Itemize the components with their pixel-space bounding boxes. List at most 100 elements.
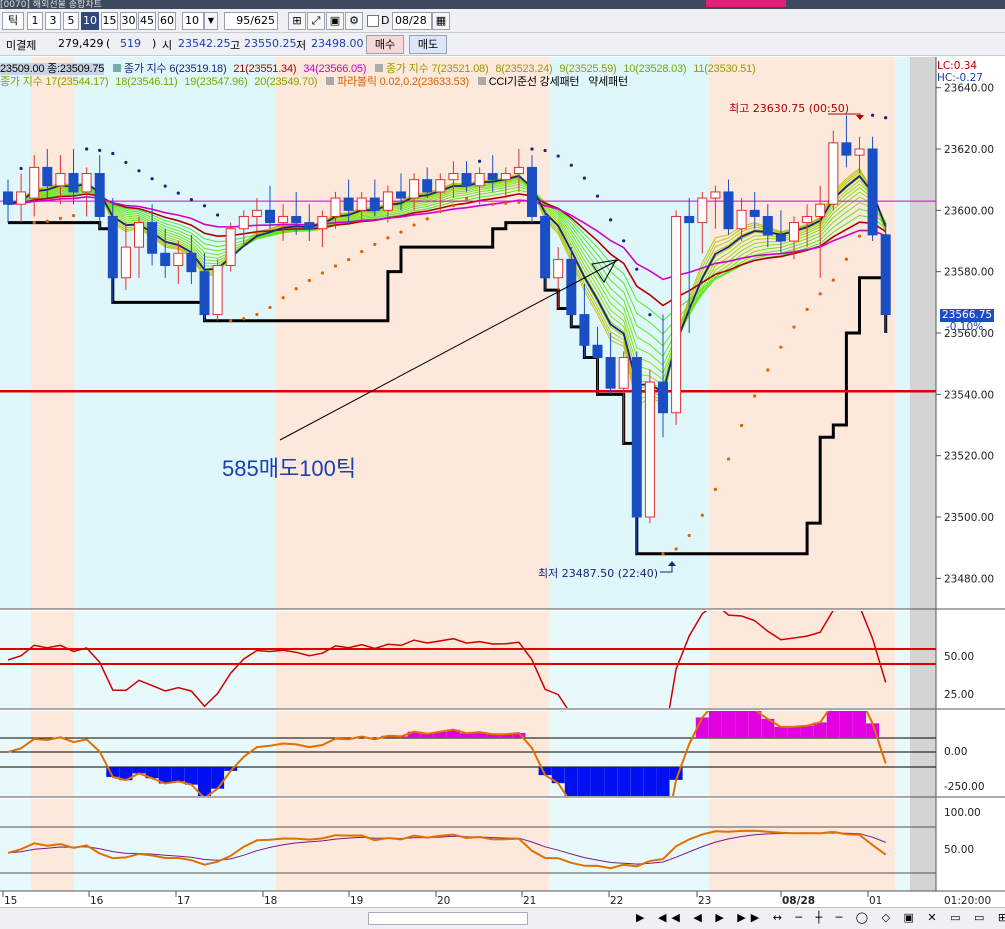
candle-body — [736, 209, 747, 230]
legend-ma9: 종가 지수 17(23544.17) — [0, 76, 109, 88]
ind2-pos-fill — [735, 711, 749, 738]
sar-dot — [517, 200, 521, 204]
sar-dot — [805, 307, 809, 311]
legend-ma12: 20(23549.70) — [254, 76, 318, 88]
candle-body — [55, 173, 66, 187]
candle-body — [802, 215, 813, 224]
sar-dot — [530, 147, 534, 151]
price-axis-label: 23620.00 — [944, 144, 994, 156]
time-axis-label: 16 — [90, 895, 104, 907]
candle-body — [265, 209, 275, 224]
sar-dot — [412, 223, 416, 227]
candle-body — [68, 173, 79, 193]
session-shade-2-3 — [709, 799, 895, 891]
sar-dot — [648, 313, 652, 317]
sar-dot — [622, 239, 626, 243]
candle-body — [828, 142, 839, 205]
candle-body — [880, 234, 891, 316]
scrollbar[interactable] — [368, 912, 528, 925]
ind2-pos-fill — [800, 725, 814, 738]
sar-dot — [543, 148, 547, 153]
time-axis-label: 23 — [698, 895, 711, 907]
sar-dot — [766, 368, 770, 372]
sar-dot — [478, 159, 482, 163]
candle-body — [330, 197, 341, 217]
sar-dot — [45, 219, 49, 223]
ind2-neg-fill — [211, 767, 225, 789]
candle-body — [435, 179, 446, 193]
sar-dot — [347, 257, 351, 262]
sar-dot — [779, 345, 783, 349]
candle-body — [762, 215, 773, 236]
candle-body — [251, 209, 262, 217]
session-shade-0-2 — [31, 711, 74, 796]
candle-body — [81, 173, 92, 193]
sar-dot — [320, 271, 324, 275]
sar-dot — [425, 217, 429, 221]
sar-dot — [831, 278, 835, 282]
candle-body — [29, 166, 40, 199]
session-shade-1-3 — [276, 799, 549, 891]
sar-dot — [609, 218, 613, 222]
sar-dot — [85, 147, 89, 151]
sar-dot — [700, 513, 704, 517]
low-annotation: 최저 23487.50 (22:40) — [538, 567, 659, 580]
sar-dot — [792, 325, 796, 329]
candle-body — [644, 381, 655, 518]
sar-dot — [871, 113, 875, 117]
candle-body — [749, 209, 760, 217]
candle-body — [278, 215, 289, 224]
navigation-controls[interactable]: ▶ ◀◀ ◀ ▶ ▶▶ ↔ ─ ┼ ─ ◯ ◇ ▣ ✕ ▭ ▭ ⊞ ⊟ ▣ ─ … — [636, 911, 1005, 924]
candle-body — [841, 142, 852, 156]
candle-body — [815, 203, 826, 217]
candle-body — [107, 215, 118, 279]
sar-dot — [150, 177, 154, 181]
ind2-pos-fill — [813, 722, 827, 738]
candle-body — [723, 191, 734, 230]
trade-note: 585매도100틱 — [222, 456, 357, 481]
legend-ma11: 19(23547.96) — [184, 76, 248, 88]
candle-body — [592, 344, 603, 359]
sar-dot — [124, 160, 128, 165]
sar-dot — [281, 296, 285, 300]
current-pct-label: -0.10% — [946, 321, 984, 333]
sar-dot — [569, 163, 573, 167]
candle-body — [710, 191, 721, 199]
legend-ma4-swatch — [375, 64, 384, 72]
sar-dot — [753, 394, 757, 398]
candle-body — [448, 173, 459, 181]
candle-body — [160, 252, 171, 267]
candle-body — [867, 148, 878, 236]
chart-area[interactable]: 23640.0023620.0023600.0023580.0023560.00… — [0, 0, 1005, 929]
legend-weak: 약세패턴 — [588, 76, 628, 88]
legend-ma7: 10(23528.03) — [623, 63, 687, 75]
candle-body — [697, 197, 708, 224]
price-axis-label: 23500.00 — [944, 512, 994, 524]
candle-body — [540, 215, 551, 279]
candle-body — [369, 197, 380, 211]
candle-body — [304, 222, 315, 230]
candle-body — [134, 222, 144, 248]
ind2-neg-fill — [184, 767, 198, 785]
ind3-axis-label: 50.00 — [944, 844, 974, 856]
session-shade-2-0 — [709, 57, 895, 609]
legend-ma8: 11(23530.51) — [693, 63, 756, 75]
ind2-pos-fill — [826, 711, 840, 738]
high-annotation: 최고 23630.75 (00:50) — [729, 102, 850, 115]
sar-dot — [556, 154, 560, 158]
candle-body — [618, 357, 629, 389]
candle-body — [212, 265, 223, 316]
candle-body — [684, 215, 695, 224]
candle-body — [238, 215, 249, 230]
price-axis-label: 23580.00 — [944, 267, 994, 279]
sar-dot — [32, 221, 36, 225]
session-shade-0-1 — [31, 611, 74, 708]
sar-dot — [242, 317, 246, 321]
sar-dot — [674, 547, 678, 551]
candle-body — [579, 314, 590, 346]
time-axis-right-label: 01:20:00 — [944, 895, 991, 907]
ind2-pos-fill — [722, 711, 735, 738]
sar-dot — [635, 267, 639, 271]
sar-dot — [58, 216, 63, 220]
sar-dot — [491, 202, 495, 206]
